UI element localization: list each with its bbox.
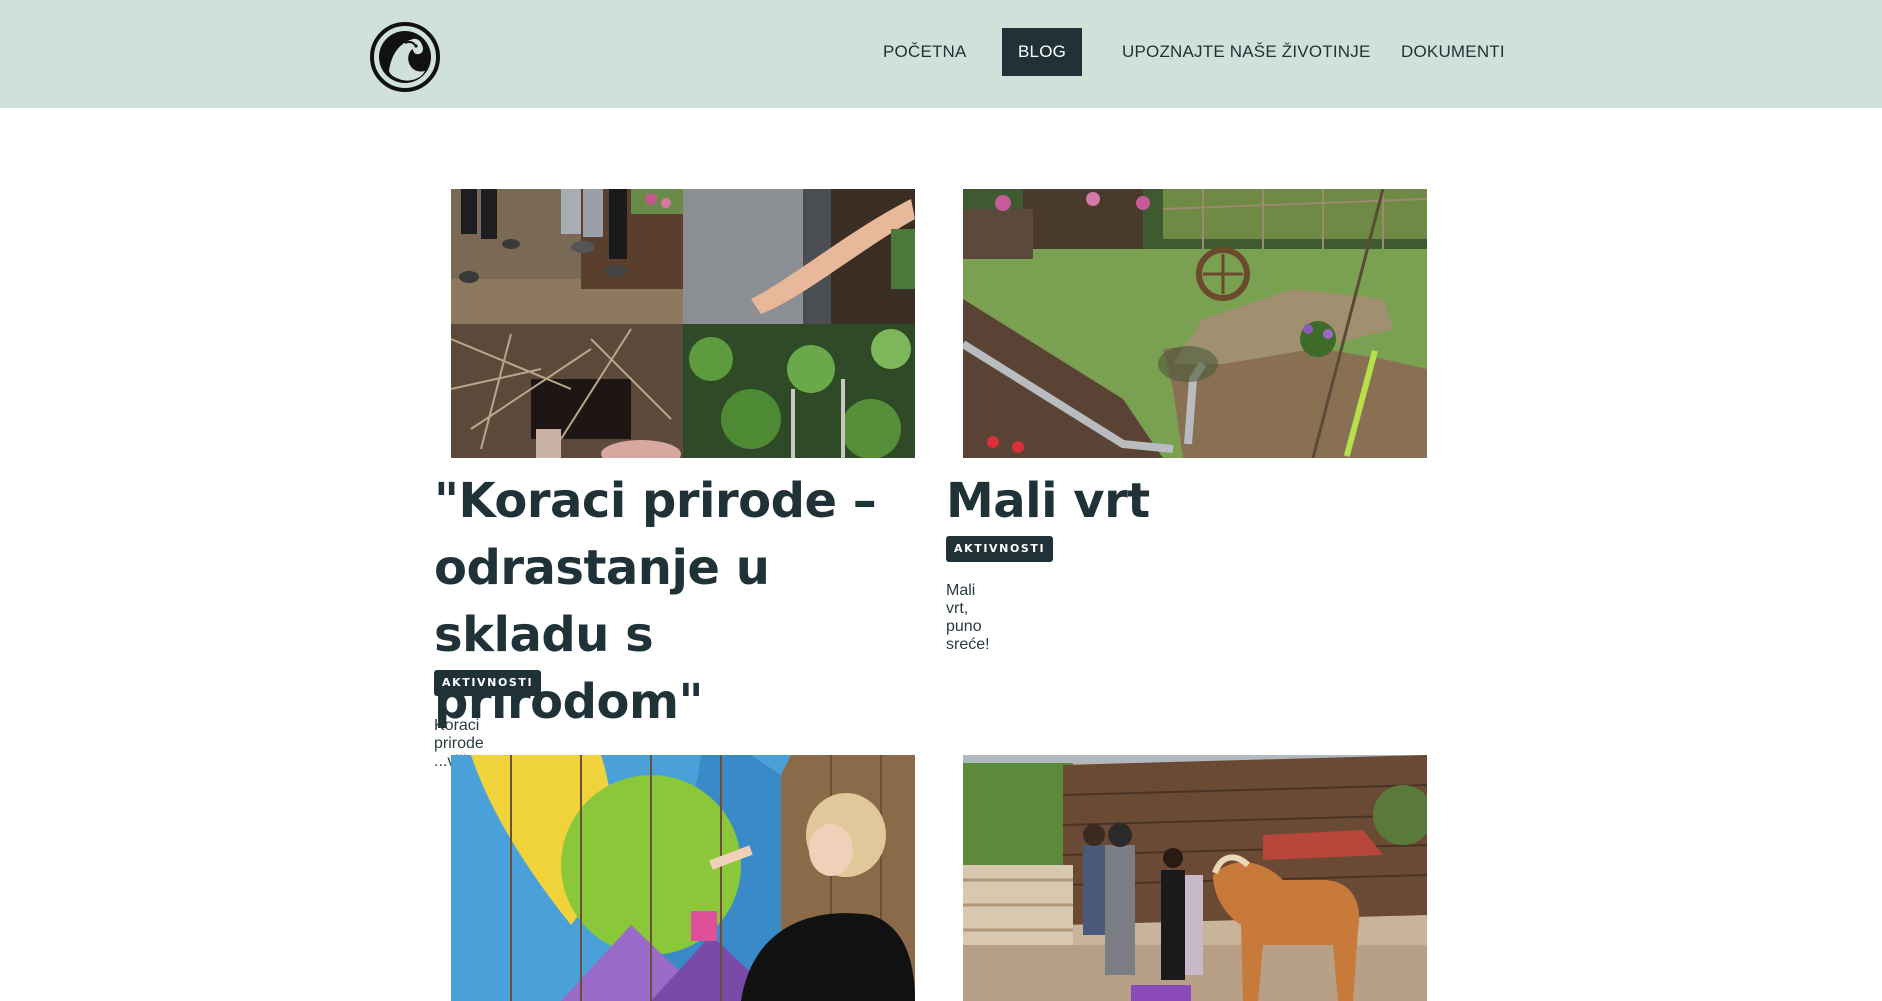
post-title[interactable]: Mali vrt (946, 468, 1426, 535)
mural-painting-image (451, 755, 915, 1001)
category-tag[interactable]: AKTIVNOSTI (434, 670, 542, 696)
category-tag[interactable]: AKTIVNOSTI (946, 536, 1054, 562)
site-header: POČETNA BLOG UPOZNAJTE NAŠE ŽIVOTINJE DO… (0, 0, 1882, 108)
post-thumbnail[interactable] (451, 755, 915, 1001)
nav-item-dokumenti[interactable]: DOKUMENTI (1401, 28, 1505, 76)
post-thumbnail[interactable] (451, 189, 915, 458)
post-thumbnail[interactable] (963, 755, 1427, 1001)
post-excerpt: Mali vrt, puno sreće! (946, 582, 990, 653)
garden-collage-image (451, 189, 915, 458)
nav-item-upoznajte-nase-zivotinje[interactable]: UPOZNAJTE NAŠE ŽIVOTINJE (1122, 28, 1371, 76)
nav-item-pocetna[interactable]: POČETNA (883, 28, 967, 76)
horse-farm-image (963, 755, 1427, 1001)
nav-item-blog[interactable]: BLOG (1002, 28, 1083, 76)
small-garden-image (963, 189, 1427, 458)
post-thumbnail[interactable] (963, 189, 1427, 458)
main-nav: POČETNA BLOG UPOZNAJTE NAŠE ŽIVOTINJE DO… (0, 28, 1882, 76)
